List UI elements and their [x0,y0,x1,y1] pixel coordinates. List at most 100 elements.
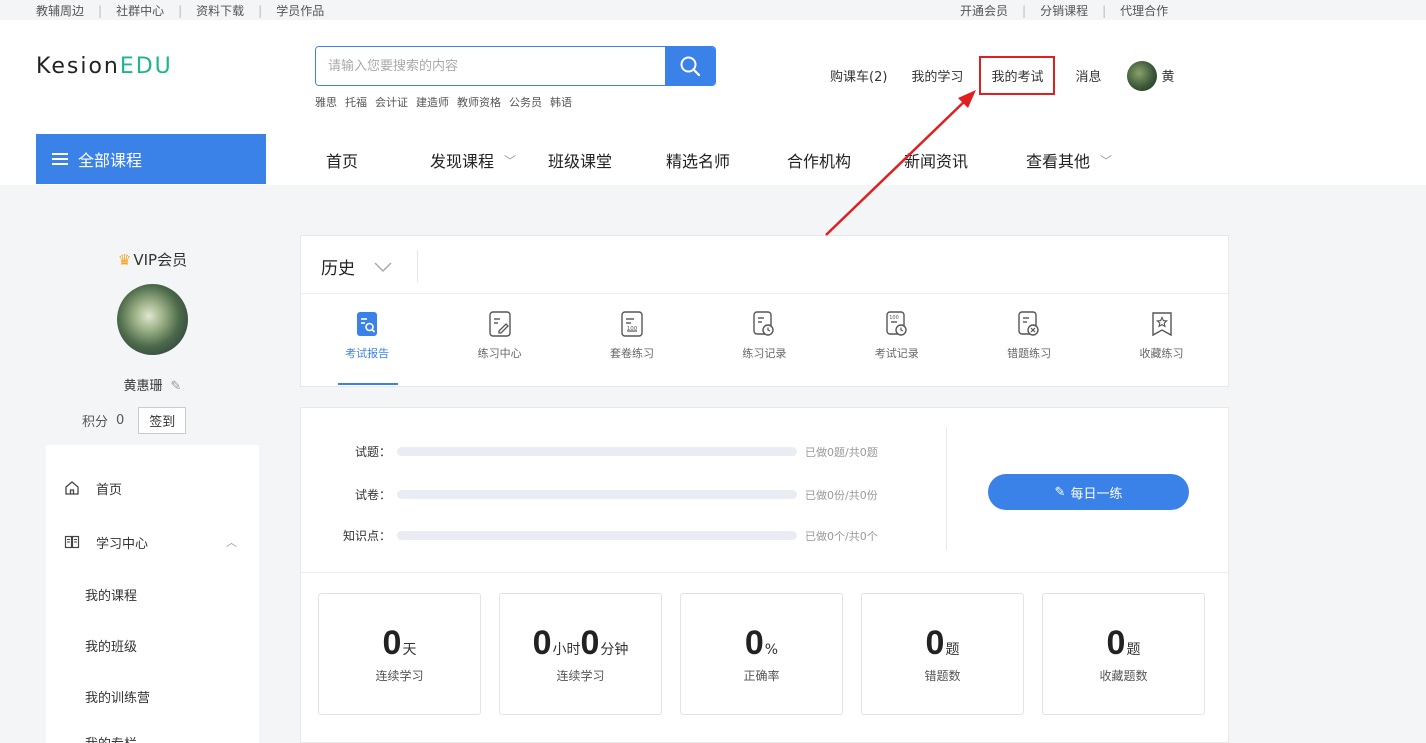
daily-practice-button[interactable]: ✎ 每日一练 [988,474,1189,510]
nav-discover-courses[interactable]: 发现课程 ﹀ [430,148,548,172]
divider: | [258,3,263,18]
sign-in-button[interactable]: 签到 [138,407,187,434]
progress-track [397,490,797,499]
side-menu-my-courses[interactable]: 我的课程 [46,569,259,620]
divider: | [98,3,103,18]
nav-more-label: 查看其他 [1026,152,1091,171]
all-courses-button[interactable]: 全部课程 [36,134,266,184]
divider [301,572,1228,573]
divider [946,428,947,550]
profile-avatar[interactable] [117,284,188,355]
stat-number: 0 [580,624,600,662]
tab-favorites[interactable]: 收藏练习 [1095,311,1227,361]
favorite-icon [1151,312,1172,337]
search-button[interactable] [665,47,715,85]
daily-practice-label: 每日一练 [1070,486,1123,502]
vip-label: VIP会员 [133,251,188,269]
divider: | [1102,3,1107,18]
stat-wrong-count: 0题 错题数 [861,593,1024,715]
nav-more[interactable]: 查看其他 ﹀ [1026,148,1112,172]
hot-word[interactable]: 公务员 [509,94,542,110]
progress-text: 已做0题/共0题 [805,445,878,459]
my-study-link[interactable]: 我的学习 [911,66,963,85]
hot-word[interactable]: 会计证 [375,94,408,110]
tab-practice-center[interactable]: 练习中心 [433,311,565,361]
stat-value: 0天 [383,624,417,663]
top-link-agency[interactable]: 代理合作 [1120,2,1168,19]
side-menu-study-center[interactable]: 学习中心 ︿ [46,515,259,569]
tab-exam-record[interactable]: 100 考试记录 [831,311,963,361]
tab-wrong-questions[interactable]: 错题练习 [963,311,1095,361]
profile-name-row: 黄惠珊 ✎ [46,375,259,394]
stat-label: 连续学习 [556,669,605,683]
exam-tabs: 考试报告 练习中心 100 套卷练习 练习记录 100 考试记录 错题练习 收藏… [301,311,1228,361]
wrong-question-icon [1018,311,1039,336]
points-value: 0 [116,413,125,428]
side-menu: 首页 学习中心 ︿ 我的课程 我的班级 我的训练营 我的专栏 [46,463,259,743]
side-menu-study-center-label: 学习中心 [96,536,149,552]
active-tab-indicator [338,383,398,385]
search-box [315,46,716,86]
top-bar-left-links: 教辅周边 | 社群中心 | 资料下载 | 学员作品 [36,2,324,19]
top-link-vip[interactable]: 开通会员 [960,2,1008,19]
side-menu-my-bootcamps[interactable]: 我的训练营 [46,671,259,722]
search-icon [680,56,701,77]
paper-set-icon: 100 [621,311,643,337]
hot-word[interactable]: 托福 [345,94,367,110]
edit-icon[interactable]: ✎ [171,379,182,394]
stat-number: 0 [532,624,552,662]
tab-practice-record[interactable]: 练习记录 [698,311,830,361]
side-menu-home[interactable]: 首页 [46,461,259,515]
stat-value: 0题 [926,624,960,663]
progress-knowledge-points: 知识点： 已做0个/共0个 [301,527,878,544]
logo[interactable]: KesionEDU [36,54,173,79]
cart-link[interactable]: 购课车(2) [830,66,887,85]
stat-label: 收藏题数 [1099,669,1148,683]
top-link-distribution[interactable]: 分销课程 [1040,2,1088,19]
messages-link[interactable]: 消息 [1075,66,1101,85]
nav-home[interactable]: 首页 [326,148,430,172]
side-menu-my-classes[interactable]: 我的班级 [46,620,259,671]
top-bar-right-links: 开通会员 | 分销课程 | 代理合作 [960,2,1168,19]
hot-word[interactable]: 雅思 [315,94,337,110]
nav-teachers[interactable]: 精选名师 [666,148,787,172]
nav-teachers-label: 精选名师 [666,152,731,171]
divider [417,250,418,282]
subject-selected: 历史 [321,259,355,279]
hot-word[interactable]: 韩语 [550,94,572,110]
stats-row: 0天 连续学习 0 小时 0 分钟 连续学习 0% 正确率 0题 错题数 0题 收藏题… [318,593,1205,715]
top-link-community[interactable]: 社群中心 [116,2,164,19]
subject-selector[interactable]: 历史 [321,254,393,279]
stat-label: 错题数 [924,669,961,683]
header: KesionEDU 雅思 托福 会计证 建造师 教师资格 公务员 韩语 购课车(… [0,20,1426,185]
stat-value: 0 小时 0 分钟 [533,624,629,663]
top-link-tutoring[interactable]: 教辅周边 [36,2,84,19]
nav-discover-label: 发现课程 [430,152,495,171]
nav-news[interactable]: 新闻资讯 [904,148,1026,172]
pencil-icon: ✎ [1054,484,1066,500]
username[interactable]: 黄 [1161,66,1174,85]
side-menu-my-columns[interactable]: 我的专栏 [46,722,259,743]
tab-paper-set[interactable]: 100 套卷练习 [566,311,698,361]
logo-text-kesion: Kesion [36,54,120,79]
tab-exam-report[interactable]: 考试报告 [301,311,433,361]
search-input[interactable] [316,47,665,85]
top-link-student-works[interactable]: 学员作品 [276,2,324,19]
profile-card: ♛ VIP会员 黄惠珊 ✎ 积分 0 签到 [46,235,259,445]
nav-class-label: 班级课堂 [548,152,613,171]
user-avatar[interactable] [1127,60,1158,91]
hot-word[interactable]: 建造师 [416,94,449,110]
tab-exam-report-label: 考试报告 [345,347,390,360]
progress-text: 已做0个/共0个 [805,529,878,543]
stat-unit: 小时 [552,642,581,658]
divider [301,293,1228,294]
my-exam-link[interactable]: 我的考试 [979,56,1056,95]
hot-word[interactable]: 教师资格 [457,94,501,110]
stat-study-days: 0天 连续学习 [318,593,481,715]
tab-practice-center-label: 练习中心 [477,347,522,360]
tab-exam-record-label: 考试记录 [874,347,919,360]
nav-partners[interactable]: 合作机构 [787,148,904,172]
nav-class[interactable]: 班级课堂 [548,148,666,172]
top-link-downloads[interactable]: 资料下载 [196,2,244,19]
user-nav: 购课车(2) 我的学习 我的考试 消息 黄 [830,56,1174,95]
